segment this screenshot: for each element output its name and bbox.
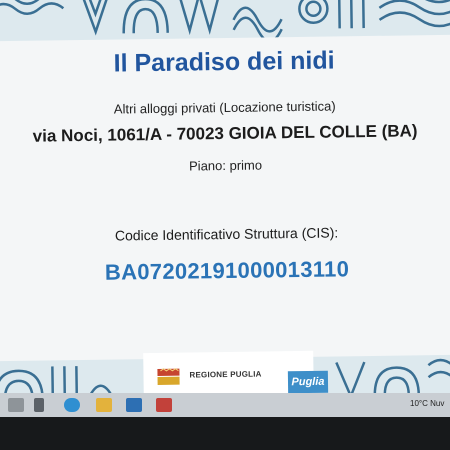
task-view-icon[interactable] — [8, 398, 24, 412]
wave-pattern-top — [0, 0, 450, 42]
edge-browser-icon[interactable] — [64, 398, 80, 412]
region-puglia-label: REGIONE PUGLIA — [189, 369, 262, 380]
structure-name: Il Paradiso dei nidi — [113, 46, 335, 78]
cis-label: Codice Identificativo Struttura (CIS): — [114, 224, 339, 244]
weather-temperature: 10°C — [410, 399, 428, 408]
weather-widget[interactable]: 10°C Nuv — [410, 399, 444, 408]
cis-code: BA07202191000013110 — [104, 256, 350, 285]
monitor-bezel — [0, 417, 450, 450]
puglia-brand-logo: Puglia — [287, 370, 329, 394]
windows-taskbar: 10°C Nuv — [0, 393, 450, 417]
structure-address: via Noci, 1061/A - 70023 GIOIA DEL COLLE… — [32, 121, 418, 146]
decorative-top-band — [0, 0, 450, 42]
monitor-screen: Il Paradiso dei nidi Altri alloggi priva… — [0, 0, 450, 406]
mail-icon[interactable] — [126, 398, 142, 412]
widgets-icon[interactable] — [34, 398, 44, 412]
floor-info: Piano: primo — [188, 157, 263, 174]
file-explorer-icon[interactable] — [96, 398, 112, 412]
office-app-icon[interactable] — [156, 398, 172, 412]
coat-of-arms-icon — [157, 368, 180, 385]
weather-condition: Nuv — [430, 399, 445, 408]
accommodation-type: Altri alloggi privati (Locazione turisti… — [113, 98, 336, 117]
